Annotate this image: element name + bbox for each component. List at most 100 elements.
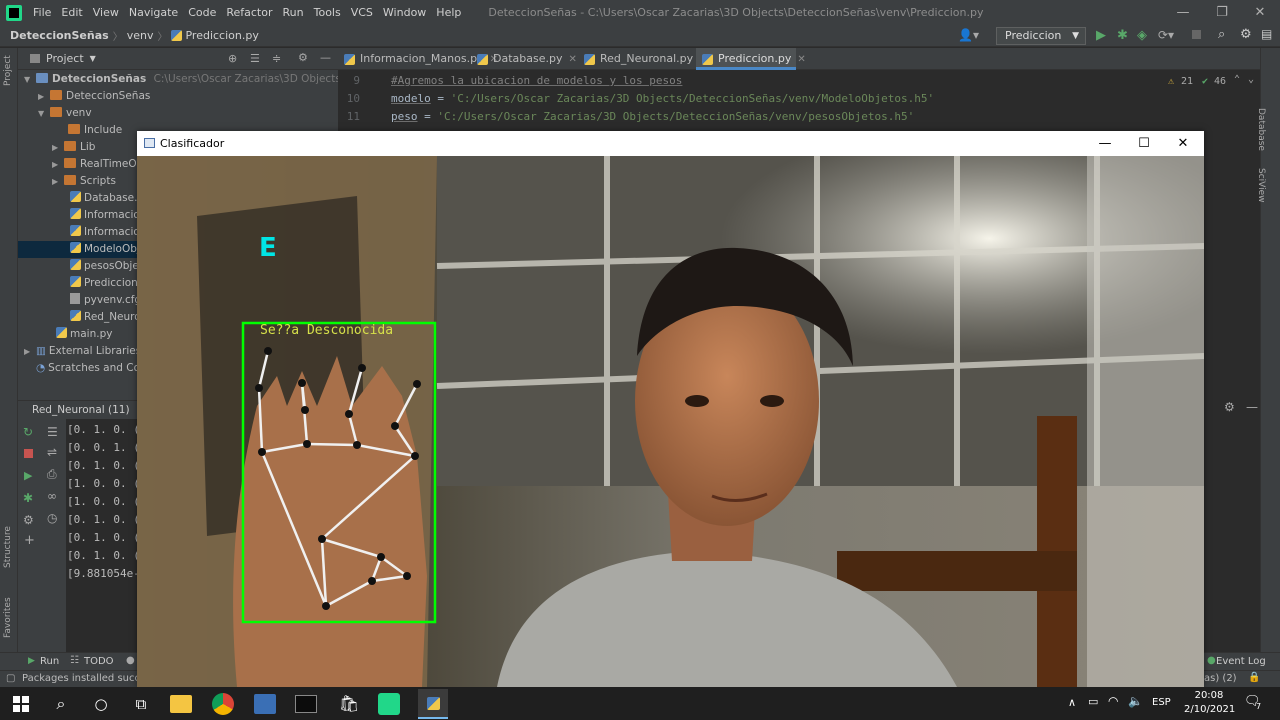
run-icon[interactable]: ▶ xyxy=(24,469,32,482)
tree-item-venv[interactable]: ▼ venv xyxy=(18,105,338,122)
menu-code[interactable]: Code xyxy=(183,0,221,25)
structure-tool-label[interactable]: Structure xyxy=(3,526,13,568)
settings-icon[interactable]: ⚙ xyxy=(23,513,34,527)
collapsed-arrow-icon[interactable]: ▶ xyxy=(52,139,64,156)
python-window-taskbar-icon[interactable] xyxy=(418,689,448,719)
profile-icon[interactable]: ⟳▾ xyxy=(1158,28,1174,42)
run-icon[interactable]: ▶ xyxy=(1096,28,1106,43)
clock-date[interactable]: 2/10/2021 xyxy=(1184,704,1235,715)
print-icon[interactable]: ⎙ xyxy=(47,467,57,482)
scroll-up-icon[interactable]: ☰ xyxy=(47,425,58,439)
status-interpreter[interactable]: as) (2) xyxy=(1204,673,1237,684)
code-editor[interactable]: 9 #Agremos la ubicacion de modelos y los… xyxy=(338,70,1260,131)
task-view-icon[interactable]: ⧉ xyxy=(128,691,154,717)
pycharm-taskbar-icon[interactable] xyxy=(378,693,400,715)
volume-icon[interactable]: 🔈 xyxy=(1128,694,1143,708)
menu-navigate[interactable]: Navigate xyxy=(124,0,183,25)
menu-tools[interactable]: Tools xyxy=(309,0,346,25)
run-tool-button[interactable]: Run xyxy=(40,656,59,667)
menu-view[interactable]: View xyxy=(88,0,124,25)
debug-icon[interactable]: ✱ xyxy=(1117,28,1128,43)
menu-refactor[interactable]: Refactor xyxy=(221,0,277,25)
run-tab-label[interactable]: Red_Neuronal (11) xyxy=(32,404,130,416)
coverage-icon[interactable]: ◈ xyxy=(1137,28,1147,43)
add-icon[interactable]: + xyxy=(24,533,35,548)
user-icon[interactable]: 👤▾ xyxy=(958,28,979,42)
project-panel-title[interactable]: Project xyxy=(46,52,84,65)
minimize-icon[interactable]: — xyxy=(1085,131,1125,156)
breadcrumb-venv[interactable]: venv xyxy=(123,29,158,42)
store-icon[interactable]: 🛍 xyxy=(336,691,362,717)
close-icon[interactable]: ✕ xyxy=(1163,131,1203,156)
stop-icon[interactable] xyxy=(1192,30,1201,39)
status-square-icon[interactable]: ▢ xyxy=(6,673,15,684)
app-icon[interactable] xyxy=(254,694,276,714)
file-explorer-icon[interactable] xyxy=(170,695,192,713)
event-log-button[interactable]: Event Log xyxy=(1216,656,1266,667)
menu-run[interactable]: Run xyxy=(278,0,309,25)
expand-all-icon[interactable]: ☰ xyxy=(250,52,260,65)
menu-help[interactable]: Help xyxy=(431,0,466,25)
expanded-arrow-icon[interactable]: ▼ xyxy=(24,71,36,88)
rerun-icon[interactable]: ↻ xyxy=(23,425,33,439)
chevron-up-icon[interactable]: ⌃ xyxy=(1234,74,1240,85)
tree-item-folder[interactable]: ▶ DeteccionSeñas xyxy=(18,88,338,105)
wifi-icon[interactable]: ◠ xyxy=(1108,694,1118,708)
battery-icon[interactable]: ▭ xyxy=(1088,695,1098,708)
glasses-icon[interactable]: ∞ xyxy=(47,489,57,503)
run-configuration-select[interactable]: Prediccion ▼ xyxy=(996,27,1086,45)
maximize-icon[interactable]: ☐ xyxy=(1124,131,1164,156)
tab-red-neuronal[interactable]: Red_Neuronal.py✕ xyxy=(578,48,708,70)
minimize-icon[interactable]: — xyxy=(1163,0,1203,25)
soft-wrap-icon[interactable]: ⇌ xyxy=(47,445,57,459)
check-icon[interactable]: ✔ xyxy=(1202,76,1208,87)
chevron-up-icon[interactable]: ∧ xyxy=(1068,696,1076,709)
menu-vcs[interactable]: VCS xyxy=(346,0,378,25)
chevron-down-icon[interactable]: ▼ xyxy=(90,54,96,63)
stop-icon[interactable] xyxy=(24,449,33,458)
restore-icon[interactable]: ❐ xyxy=(1202,0,1242,25)
menu-file[interactable]: File xyxy=(28,0,56,25)
collapsed-arrow-icon[interactable]: ▶ xyxy=(24,343,36,360)
language-indicator[interactable]: ESP xyxy=(1152,697,1171,708)
close-icon[interactable]: ✕ xyxy=(1240,0,1280,25)
chrome-icon[interactable] xyxy=(212,693,234,715)
breadcrumb-file[interactable]: Prediccion.py xyxy=(185,29,262,42)
terminal-icon[interactable] xyxy=(295,695,317,713)
warning-icon[interactable]: ⚠ xyxy=(1168,76,1174,87)
close-tab-icon[interactable]: ✕ xyxy=(797,54,805,65)
tab-prediccion[interactable]: Prediccion.py ✕ xyxy=(696,48,806,70)
gear-icon[interactable]: ⚙ xyxy=(1240,27,1252,42)
gear-icon[interactable]: ⚙ xyxy=(298,51,308,64)
collapsed-arrow-icon[interactable]: ▶ xyxy=(52,156,64,173)
clock-icon[interactable]: ◷ xyxy=(47,511,57,525)
cortana-icon[interactable]: ○ xyxy=(88,691,114,717)
collapsed-arrow-icon[interactable]: ▶ xyxy=(38,88,50,105)
lock-icon[interactable]: 🔒 xyxy=(1248,672,1260,683)
breadcrumb-project[interactable]: DeteccionSeñas xyxy=(0,29,113,42)
tree-item-root[interactable]: ▼ DeteccionSeñas C:\Users\Oscar Zacarias\… xyxy=(18,71,338,88)
sciview-tool-label[interactable]: SciView xyxy=(1256,168,1266,203)
clock-time[interactable]: 20:08 xyxy=(1184,690,1234,701)
database-tool-label[interactable]: Database xyxy=(1256,108,1266,151)
chevron-down-icon[interactable]: ⌄ xyxy=(1248,74,1254,85)
close-tab-icon[interactable]: ✕ xyxy=(568,54,576,65)
debug-icon[interactable]: ✱ xyxy=(23,491,33,505)
locate-icon[interactable]: ⊕ xyxy=(228,52,237,65)
collapse-all-icon[interactable]: ≑ xyxy=(272,52,281,65)
tab-informacion-manos[interactable]: Informacion_Manos.py ✕ xyxy=(338,48,498,70)
collapsed-arrow-icon[interactable]: ▶ xyxy=(52,173,64,190)
menu-edit[interactable]: Edit xyxy=(56,0,87,25)
search-icon[interactable]: ⌕ xyxy=(1218,27,1225,42)
tools-icon[interactable]: ▤ xyxy=(1261,27,1272,41)
gear-icon[interactable]: ⚙ xyxy=(1224,400,1235,414)
hide-icon[interactable]: — xyxy=(1246,400,1258,414)
menu-window[interactable]: Window xyxy=(378,0,431,25)
windows-start-icon[interactable] xyxy=(8,691,34,717)
project-tool-label[interactable]: Project xyxy=(3,55,13,86)
search-icon[interactable]: ⌕ xyxy=(48,691,74,717)
hide-icon[interactable]: — xyxy=(320,51,331,64)
expanded-arrow-icon[interactable]: ▼ xyxy=(38,105,50,122)
problems-icon[interactable]: ● xyxy=(126,655,135,666)
tab-database[interactable]: Database.py ✕ xyxy=(471,48,577,70)
